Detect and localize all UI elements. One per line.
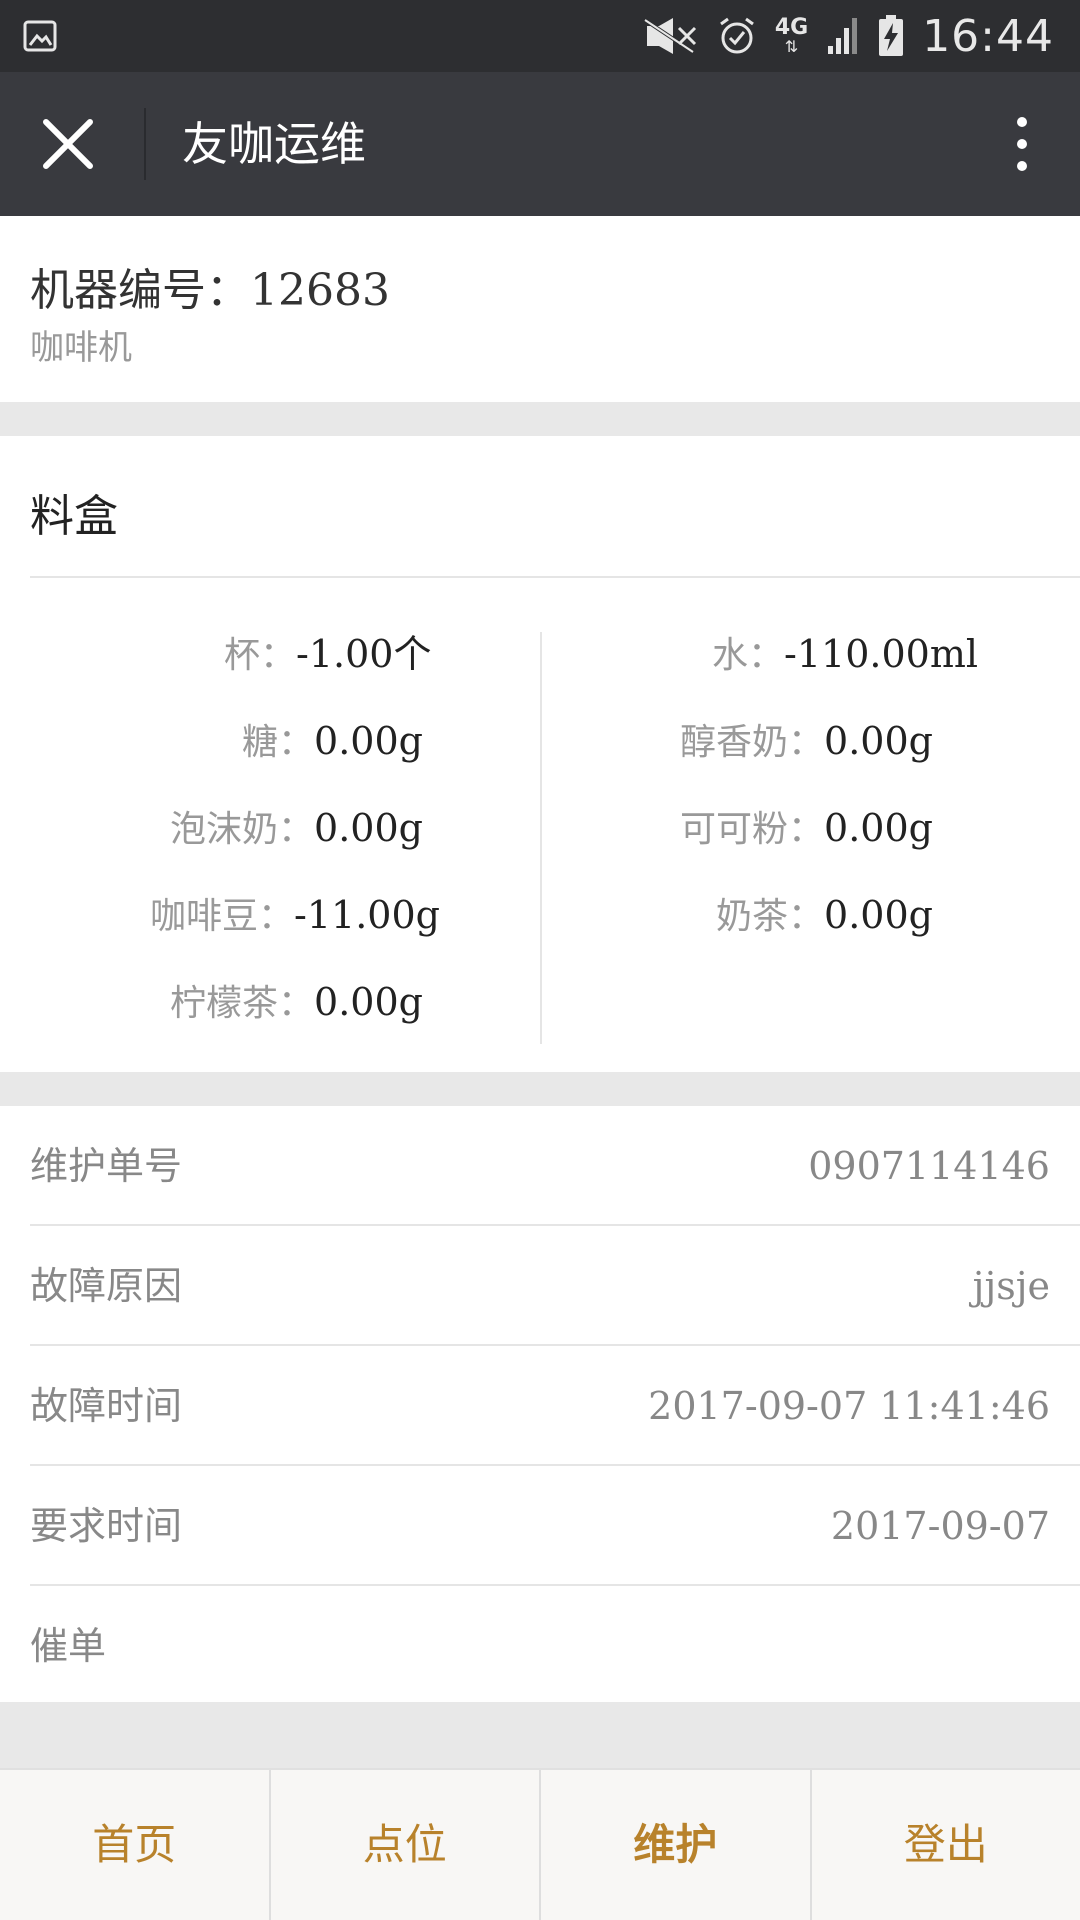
info-label: 催单 — [30, 1624, 107, 1668]
tab-logout[interactable]: 登出 — [812, 1770, 1080, 1920]
tab-maintenance[interactable]: 维护 — [541, 1770, 812, 1920]
network-label: 4G — [774, 15, 809, 40]
bottom-tab-bar: 首页 点位 维护 登出 — [0, 1768, 1080, 1920]
material-item-water: 水：-110.00ml — [712, 632, 979, 676]
signal-icon — [828, 18, 858, 54]
material-item-milk-tea: 奶茶：0.00g — [716, 893, 933, 937]
material-item-coffee-beans: 咖啡豆：-11.00g — [150, 893, 440, 937]
material-box-card: 料盒 杯：-1.00个 糖：0.00g 泡沫奶：0.00g 咖啡豆：-11.00… — [0, 436, 1080, 1072]
column-divider — [540, 632, 542, 1044]
machine-number: 机器编号：12683 — [30, 265, 390, 316]
status-time: 16:44 — [922, 10, 1054, 62]
nav-divider — [144, 108, 146, 180]
info-label: 要求时间 — [30, 1504, 183, 1548]
info-label: 维护单号 — [30, 1144, 183, 1188]
tab-locations[interactable]: 点位 — [271, 1770, 541, 1920]
info-value: 2017-09-07 — [830, 1504, 1050, 1548]
battery-charging-icon — [879, 15, 904, 56]
material-item-rich-milk: 醇香奶：0.00g — [680, 719, 933, 763]
info-label: 故障原因 — [30, 1264, 183, 1308]
material-item-cup: 杯：-1.00个 — [224, 632, 432, 676]
machine-header: 机器编号：12683 咖啡机 — [0, 216, 1080, 402]
status-bar: 4G ⇅ 16:44 — [0, 0, 1080, 72]
tab-home[interactable]: 首页 — [0, 1770, 271, 1920]
material-item-cocoa: 可可粉：0.00g — [680, 806, 933, 850]
maintenance-info: 维护单号 0907114146 故障原因 jjsje 故障时间 2017-09-… — [0, 1106, 1080, 1702]
info-row-required-time: 要求时间 2017-09-07 — [0, 1466, 1080, 1586]
more-vertical-icon[interactable] — [1004, 116, 1040, 172]
material-item-foam-milk: 泡沫奶：0.00g — [170, 806, 423, 850]
network-4g-icon: 4G ⇅ — [774, 15, 809, 56]
box-title: 料盒 — [30, 491, 118, 542]
nav-bar: 友咖运维 — [0, 72, 1080, 216]
info-value: jjsje — [972, 1264, 1050, 1308]
mute-icon — [643, 18, 696, 54]
gallery-icon — [23, 20, 57, 52]
info-value: 0907114146 — [808, 1144, 1050, 1188]
alarm-icon — [719, 17, 754, 54]
info-row-urge[interactable]: 催单 — [0, 1586, 1080, 1706]
info-row-fault-time: 故障时间 2017-09-07 11:41:46 — [0, 1346, 1080, 1466]
info-value: 2017-09-07 11:41:46 — [648, 1384, 1050, 1428]
material-item-sugar: 糖：0.00g — [242, 719, 423, 763]
machine-type: 咖啡机 — [30, 328, 132, 368]
close-icon[interactable] — [40, 116, 96, 172]
page-title: 友咖运维 — [182, 117, 366, 171]
divider — [30, 576, 1080, 578]
info-label: 故障时间 — [30, 1384, 183, 1428]
material-item-lemon-tea: 柠檬茶：0.00g — [170, 980, 423, 1024]
info-row-order-number: 维护单号 0907114146 — [0, 1106, 1080, 1226]
info-row-fault-reason: 故障原因 jjsje — [0, 1226, 1080, 1346]
